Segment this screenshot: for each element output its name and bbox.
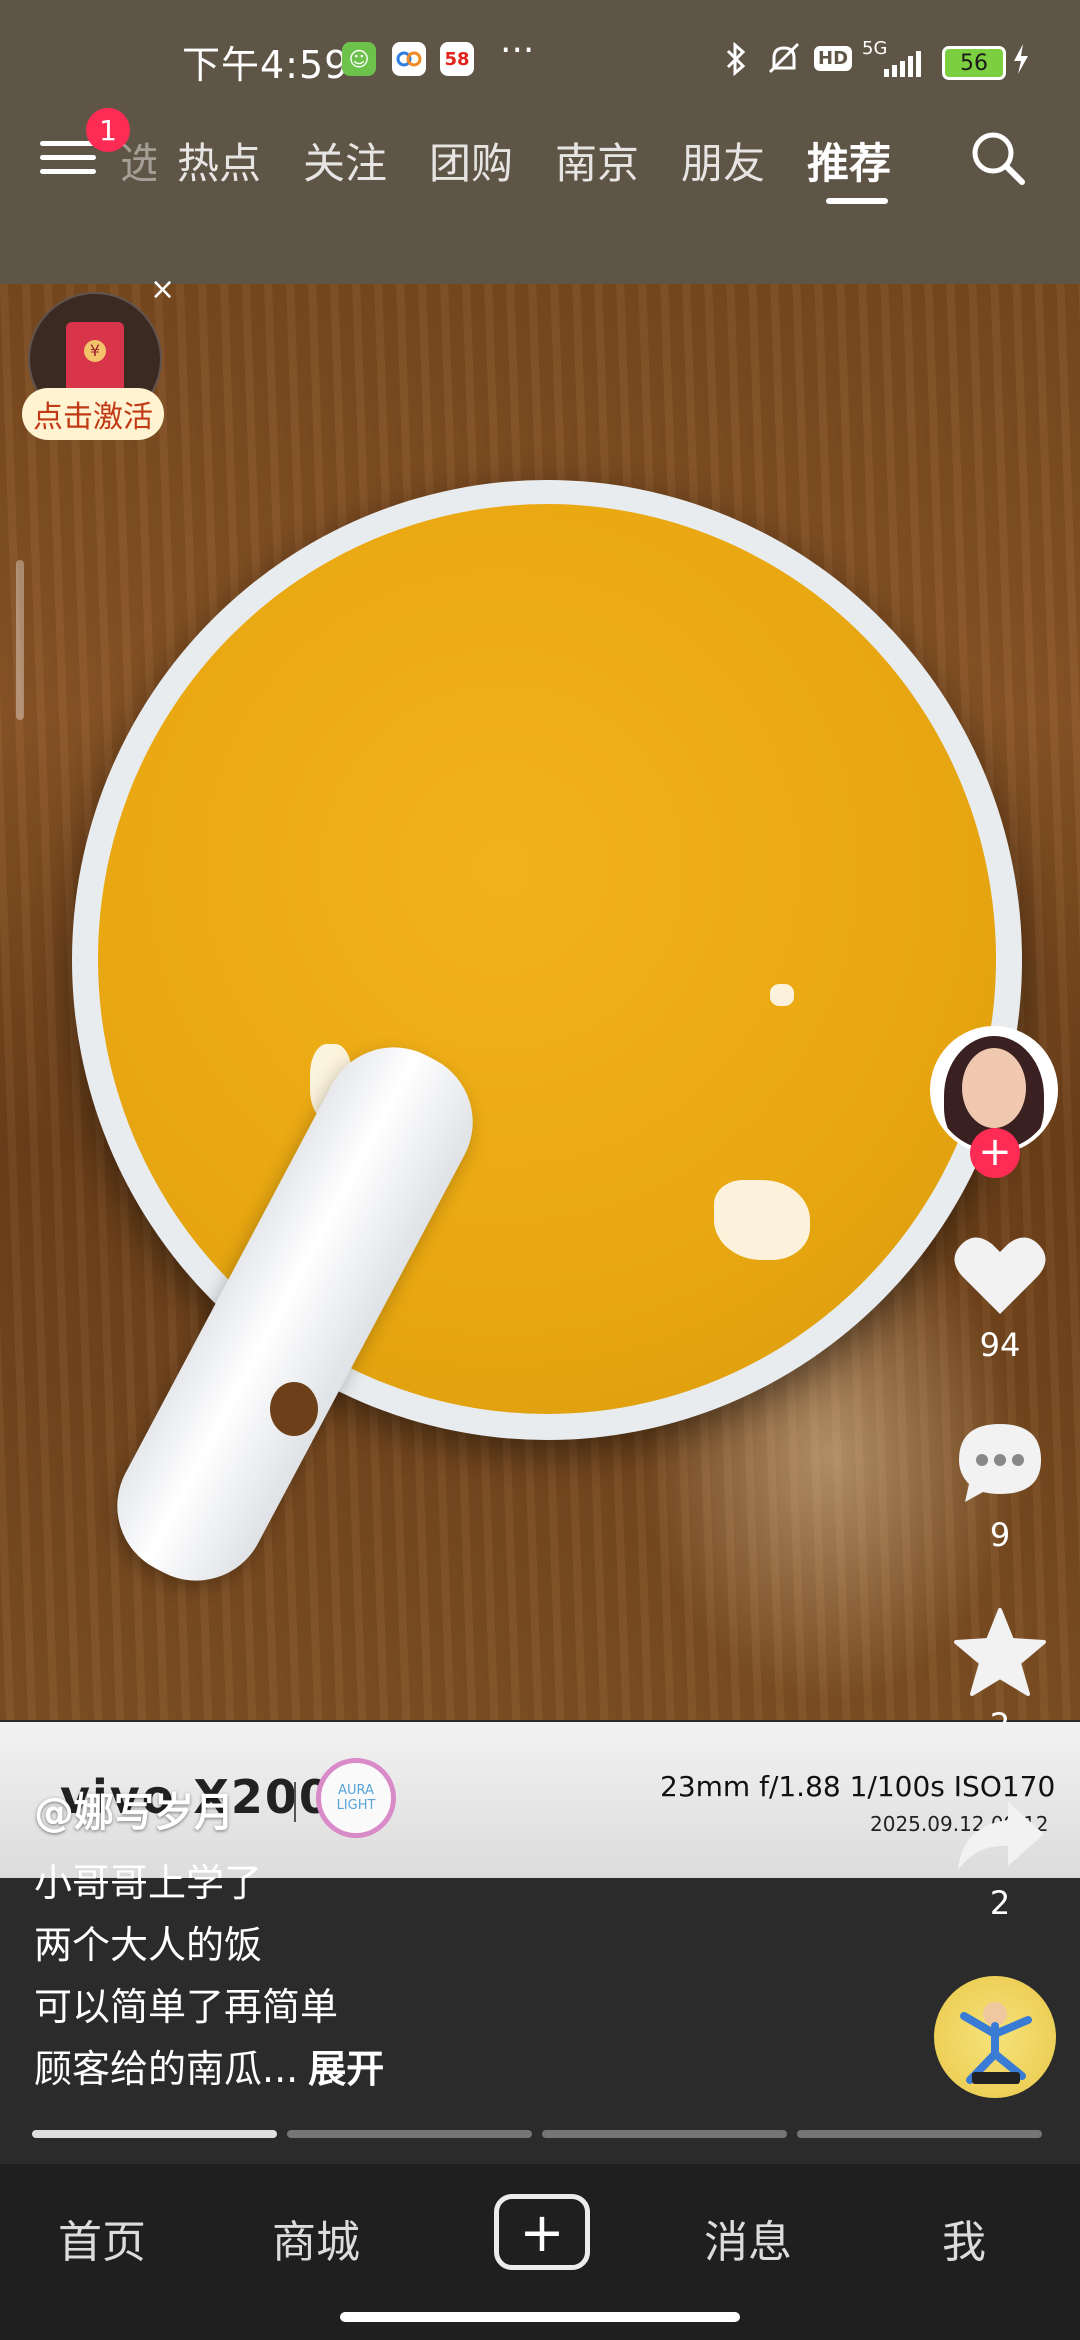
caption-truncated: 顾客给的南瓜...: [34, 2047, 299, 2091]
tab-recommend[interactable]: 推荐: [786, 130, 912, 204]
progress-segment: [287, 2130, 532, 2138]
menu-icon[interactable]: [40, 132, 96, 188]
close-icon[interactable]: ×: [150, 272, 175, 307]
spoon-hole: [270, 1382, 318, 1436]
scroll-indicator: [16, 560, 24, 720]
tab-partial[interactable]: 选: [120, 130, 156, 191]
tab-following[interactable]: 关注: [282, 130, 408, 191]
author-name[interactable]: @娜写岁月: [34, 1780, 914, 1838]
app-notification-icon: ☺: [342, 42, 376, 76]
tab-nanjing[interactable]: 南京: [534, 130, 660, 191]
nav-me[interactable]: 我: [942, 2206, 986, 2270]
like-count: 94: [979, 1326, 1021, 1364]
more-notifications-icon: ···: [500, 30, 535, 71]
heart-icon: [954, 1237, 1046, 1314]
search-icon[interactable]: [968, 128, 1028, 188]
follow-button[interactable]: +: [970, 1128, 1020, 1178]
app-notification-icon: [392, 42, 426, 76]
share-icon: [958, 1802, 1044, 1870]
tab-friends[interactable]: 朋友: [660, 130, 786, 191]
tab-group-buy[interactable]: 团购: [408, 130, 534, 191]
nav-home[interactable]: 首页: [58, 2206, 146, 2270]
music-disc[interactable]: [934, 1976, 1056, 2098]
soup-glare: [770, 984, 794, 1006]
top-tabs: 选 热点 关注 团购 南京 朋友 推荐: [120, 130, 912, 204]
activate-button[interactable]: 点击激活: [22, 388, 164, 440]
tab-hot[interactable]: 热点: [156, 130, 282, 191]
red-envelope-icon: [66, 322, 124, 396]
status-time: 下午4:59: [182, 43, 350, 87]
battery-indicator: 56: [942, 46, 1006, 80]
caption-line: 两个大人的饭: [34, 1923, 263, 1967]
caption-line-last: 顾客给的南瓜... 展开: [34, 2038, 914, 2100]
comment-action[interactable]: 9: [930, 1420, 1070, 1554]
comment-count: 9: [989, 1516, 1011, 1554]
nav-messages[interactable]: 消息: [704, 2206, 792, 2270]
expand-link[interactable]: 展开: [308, 2047, 384, 2091]
signal-icon: [882, 50, 928, 85]
share-count: 2: [989, 1884, 1011, 1922]
silent-bell-icon: [766, 42, 802, 84]
video-frame[interactable]: [0, 284, 1080, 1720]
star-icon: [954, 1608, 1046, 1696]
like-action[interactable]: 94: [930, 1234, 1070, 1364]
progress-segment: [797, 2130, 1042, 2138]
comment-icon: [959, 1424, 1041, 1502]
nav-mall[interactable]: 商城: [272, 2206, 360, 2270]
top-nav: 1 选 热点 关注 团购 南京 朋友 推荐: [0, 108, 1080, 212]
soup-glare: [714, 1180, 810, 1260]
caption-line: 小哥哥上学了: [34, 1861, 263, 1905]
video-progress[interactable]: [32, 2130, 1042, 2138]
58-app-icon: 58: [440, 42, 474, 76]
music-cover-figure: [960, 2002, 1032, 2084]
charging-icon: [1012, 44, 1030, 82]
bluetooth-icon: [724, 41, 748, 84]
hd-badge: HD: [814, 46, 853, 71]
caption-line: 可以简单了再简单: [34, 1985, 339, 2029]
status-bar: 下午4:59 ☺ 58 ··· HD 5G 56: [0, 0, 1080, 120]
top-bar: 下午4:59 ☺ 58 ··· HD 5G 56 1 选 热点 关注 团购 南京…: [0, 0, 1080, 284]
share-action[interactable]: 2: [930, 1798, 1070, 1922]
progress-segment: [32, 2130, 277, 2138]
create-button[interactable]: +: [494, 2194, 590, 2270]
video-caption: @娜写岁月 小哥哥上学了 两个大人的饭 可以简单了再简单 顾客给的南瓜... 展开: [34, 1780, 914, 2100]
avatar-face: [962, 1048, 1026, 1128]
progress-segment: [542, 2130, 787, 2138]
home-indicator[interactable]: [340, 2312, 740, 2322]
